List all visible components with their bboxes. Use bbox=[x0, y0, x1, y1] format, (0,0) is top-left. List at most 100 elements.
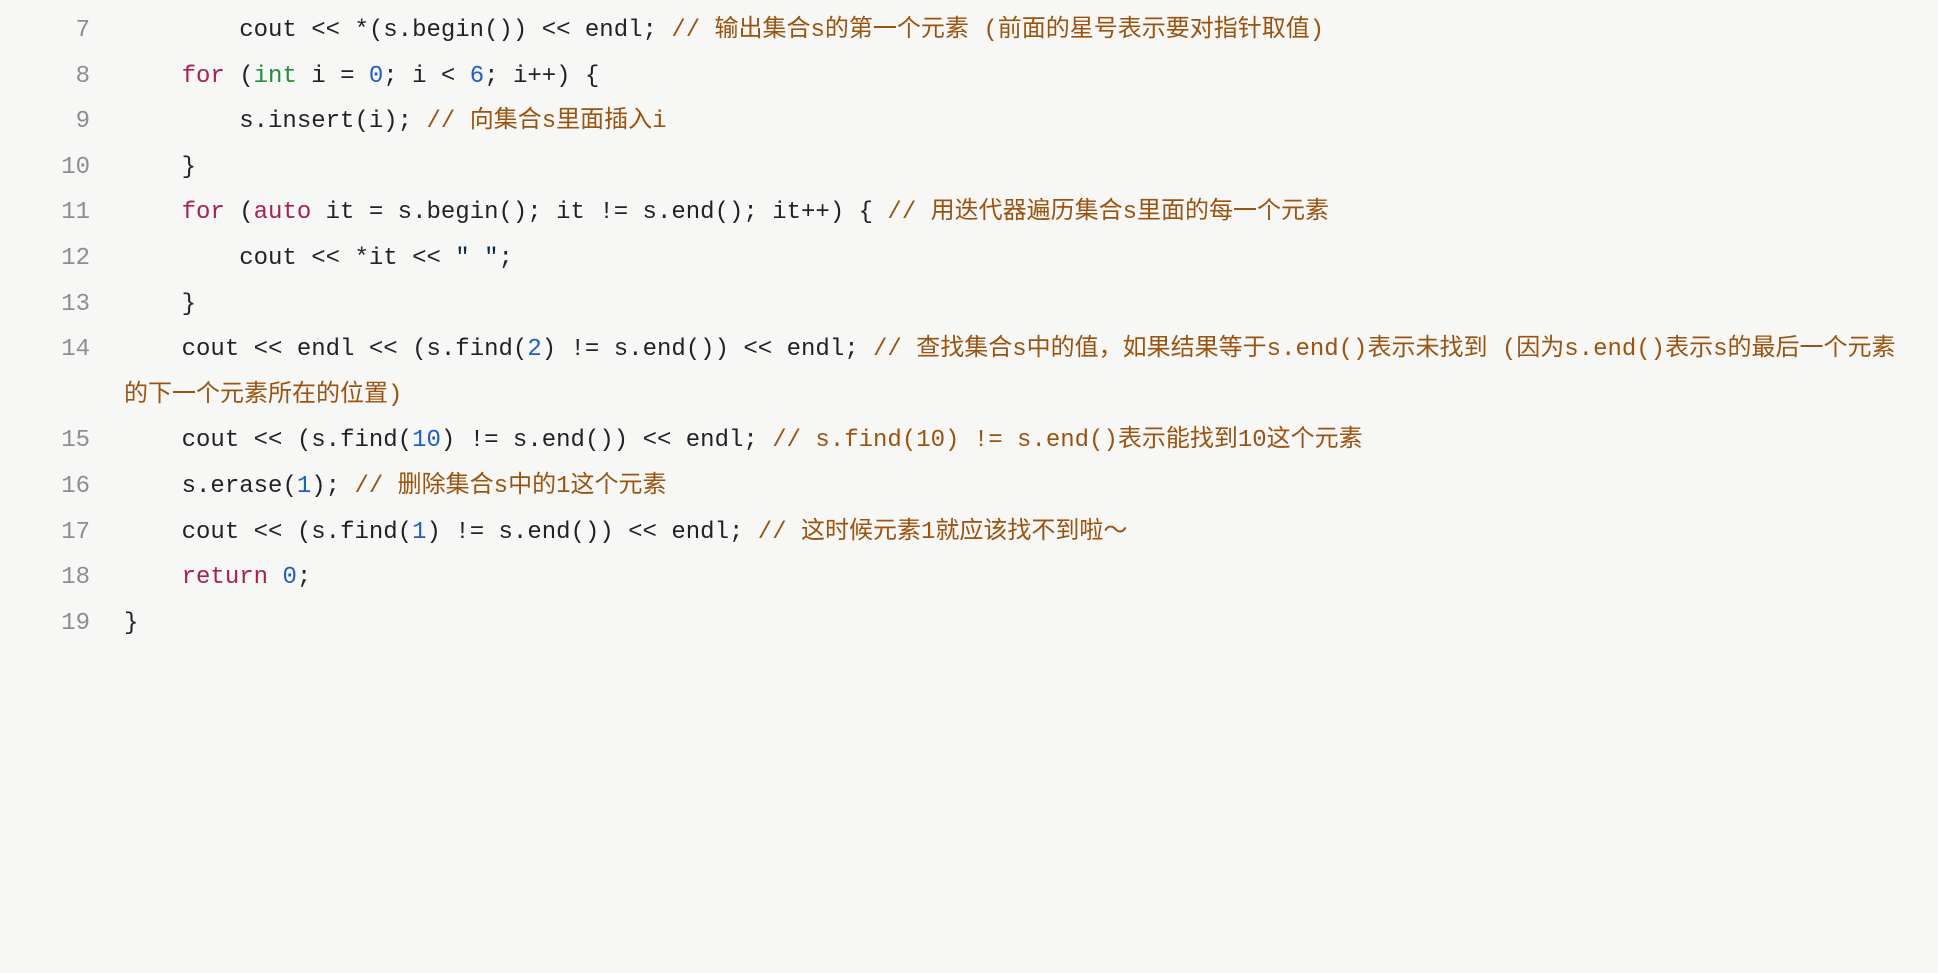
code-line: 13 } bbox=[0, 282, 1938, 328]
token: ; bbox=[499, 245, 513, 272]
token: s bbox=[311, 519, 325, 546]
token: " " bbox=[455, 245, 498, 272]
token: cout bbox=[182, 427, 254, 454]
token: ( bbox=[398, 427, 412, 454]
code-line: 12 cout << *it << " "; bbox=[0, 236, 1938, 282]
token: ) { bbox=[556, 63, 599, 90]
token: != bbox=[470, 427, 513, 454]
token: ( bbox=[297, 427, 311, 454]
token: . bbox=[513, 519, 527, 546]
token: . bbox=[412, 199, 426, 226]
token: cout bbox=[182, 336, 254, 363]
token: // 这时候元素1就应该找不到啦～ bbox=[758, 519, 1128, 546]
token: begin bbox=[412, 17, 484, 44]
token: << * bbox=[311, 17, 369, 44]
token: for bbox=[182, 199, 225, 226]
line-number: 10 bbox=[0, 145, 124, 191]
token: it bbox=[556, 199, 599, 226]
code-content: s.erase(1); // 删除集合s中的1这个元素 bbox=[124, 464, 1938, 510]
token: << bbox=[412, 245, 455, 272]
token: } bbox=[124, 610, 138, 637]
token: ( bbox=[225, 63, 254, 90]
line-number: 19 bbox=[0, 601, 124, 647]
token: << bbox=[743, 336, 786, 363]
token: 10 bbox=[412, 427, 441, 454]
line-number: 8 bbox=[0, 54, 124, 100]
token: end bbox=[643, 336, 686, 363]
line-number: 7 bbox=[0, 8, 124, 54]
token: s bbox=[614, 336, 628, 363]
token: ; bbox=[297, 564, 311, 591]
token: } bbox=[182, 291, 196, 318]
token: endl bbox=[686, 427, 744, 454]
token: end bbox=[542, 427, 585, 454]
token: . bbox=[326, 519, 340, 546]
code-line: 15 cout << (s.find(10) != s.end()) << en… bbox=[0, 418, 1938, 464]
line-number: 12 bbox=[0, 236, 124, 282]
token: ) bbox=[441, 427, 470, 454]
token: s bbox=[499, 519, 513, 546]
token: != bbox=[599, 199, 642, 226]
token: . bbox=[254, 108, 268, 135]
token bbox=[268, 564, 282, 591]
token: find bbox=[455, 336, 513, 363]
token: ; bbox=[383, 63, 412, 90]
token: ++ bbox=[527, 63, 556, 90]
code-content: } bbox=[124, 145, 1938, 191]
line-number: 18 bbox=[0, 555, 124, 601]
token: ; bbox=[743, 427, 772, 454]
token: << bbox=[254, 336, 297, 363]
token: . bbox=[326, 427, 340, 454]
token: ()) bbox=[585, 427, 643, 454]
token: find bbox=[340, 427, 398, 454]
token: endl bbox=[585, 17, 643, 44]
token: end bbox=[527, 519, 570, 546]
token: << bbox=[254, 519, 297, 546]
code-line: 16 s.erase(1); // 删除集合s中的1这个元素 bbox=[0, 464, 1938, 510]
token: ; bbox=[729, 519, 758, 546]
token: ) { bbox=[830, 199, 888, 226]
token: } bbox=[182, 154, 196, 181]
token: it bbox=[311, 199, 369, 226]
token: << bbox=[628, 519, 671, 546]
code-content: } bbox=[124, 282, 1938, 328]
code-line: 10 } bbox=[0, 145, 1938, 191]
code-content: for (int i = 0; i < 6; i++) { bbox=[124, 54, 1938, 100]
code-block: 7 cout << *(s.begin()) << endl; // 输出集合s… bbox=[0, 0, 1938, 666]
code-content: s.insert(i); // 向集合s里面插入i bbox=[124, 99, 1938, 145]
token: << bbox=[254, 427, 297, 454]
token: 0 bbox=[369, 63, 383, 90]
code-content: } bbox=[124, 601, 1938, 647]
token: return bbox=[182, 564, 268, 591]
token: auto bbox=[254, 199, 312, 226]
line-number: 15 bbox=[0, 418, 124, 464]
token: = bbox=[369, 199, 398, 226]
token: ; bbox=[844, 336, 873, 363]
code-content: for (auto it = s.begin(); it != s.end();… bbox=[124, 190, 1938, 236]
token: cout bbox=[239, 17, 311, 44]
token: for bbox=[182, 63, 225, 90]
token: endl bbox=[671, 519, 729, 546]
token: s bbox=[239, 108, 253, 135]
token: ()) bbox=[686, 336, 744, 363]
token: i bbox=[412, 63, 441, 90]
code-content: return 0; bbox=[124, 555, 1938, 601]
line-number: 13 bbox=[0, 282, 124, 328]
token: ( bbox=[369, 17, 383, 44]
line-number: 14 bbox=[0, 327, 124, 373]
line-number: 16 bbox=[0, 464, 124, 510]
token: ; bbox=[484, 63, 513, 90]
code-line: 19} bbox=[0, 601, 1938, 647]
token: . bbox=[657, 199, 671, 226]
code-line: 14 cout << endl << (s.find(2) != s.end()… bbox=[0, 327, 1938, 418]
token: << bbox=[542, 17, 585, 44]
code-line: 8 for (int i = 0; i < 6; i++) { bbox=[0, 54, 1938, 100]
token: != bbox=[571, 336, 614, 363]
token: 6 bbox=[470, 63, 484, 90]
line-number: 11 bbox=[0, 190, 124, 236]
code-content: cout << (s.find(10) != s.end()) << endl;… bbox=[124, 418, 1938, 464]
token: ( bbox=[513, 336, 527, 363]
token: // 用迭代器遍历集合s里面的每一个元素 bbox=[887, 199, 1329, 226]
token: << bbox=[643, 427, 686, 454]
token: . bbox=[527, 427, 541, 454]
